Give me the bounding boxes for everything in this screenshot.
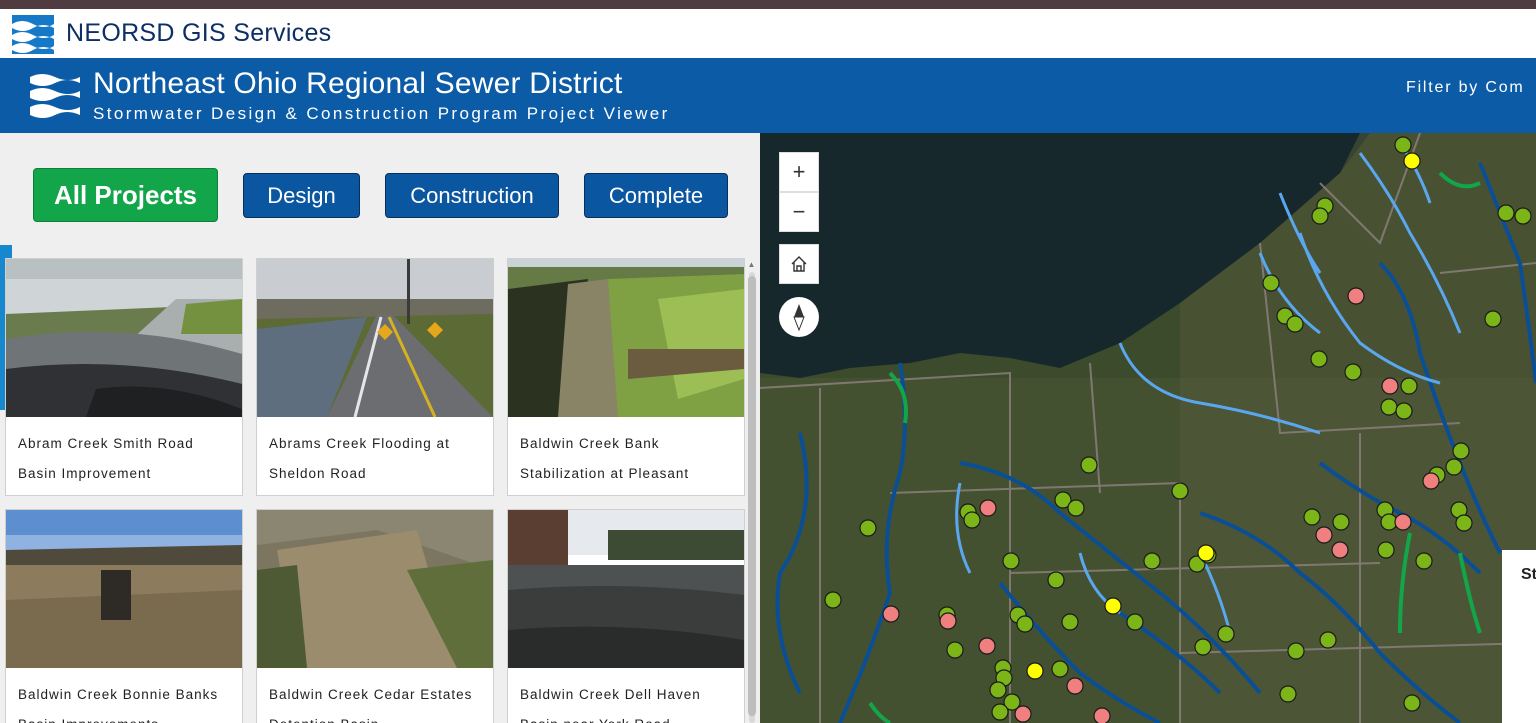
- home-button[interactable]: [779, 244, 819, 284]
- design-filter-button[interactable]: Design: [243, 173, 360, 218]
- project-list-panel: All Projects Design Construction Complet…: [0, 133, 760, 723]
- project-list-scrollbar[interactable]: ▲: [747, 260, 756, 723]
- project-photo: [257, 510, 493, 668]
- home-icon: [791, 256, 807, 272]
- complete-filter-button[interactable]: Complete: [584, 173, 728, 218]
- project-point-markers[interactable]: [760, 133, 1536, 723]
- scroll-thumb[interactable]: [748, 276, 756, 716]
- project-name: Abrams Creek Flooding at Sheldon Road: [269, 436, 450, 481]
- project-photo: [508, 259, 744, 417]
- construction-filter-button[interactable]: Construction: [385, 173, 559, 218]
- compass-button[interactable]: [779, 297, 819, 337]
- project-name: Baldwin Creek Cedar Estates Detention Ba…: [269, 687, 473, 723]
- project-photo: [257, 259, 493, 417]
- all-projects-button[interactable]: All Projects: [33, 168, 218, 222]
- zoom-out-button[interactable]: −: [779, 192, 819, 232]
- top-accent-strip: [0, 0, 1536, 9]
- compass-icon: [793, 304, 805, 332]
- project-card[interactable]: Abrams Creek Flooding at Sheldon Road: [256, 258, 494, 496]
- project-card[interactable]: Abram Creek Smith Road Basin Improvement: [5, 258, 243, 496]
- banner-title: Northeast Ohio Regional Sewer District: [93, 67, 623, 100]
- filter-by-community-link[interactable]: Filter by Com: [1406, 79, 1525, 97]
- district-waves-logo-icon: [30, 74, 80, 118]
- banner-subtitle: Stormwater Design & Construction Program…: [93, 104, 670, 123]
- project-name: Baldwin Creek Bonnie Banks Basin Improve…: [18, 687, 219, 723]
- app-title: NEORSD GIS Services: [66, 19, 332, 47]
- project-photo: [508, 510, 744, 668]
- legend-heading: St: [1521, 566, 1536, 583]
- project-name: Baldwin Creek Bank Stabilization at Plea…: [520, 436, 690, 481]
- project-card[interactable]: Baldwin Creek Bonnie Banks Basin Improve…: [5, 509, 243, 723]
- project-card[interactable]: Baldwin Creek Cedar Estates Detention Ba…: [256, 509, 494, 723]
- project-photo: [6, 510, 242, 668]
- scroll-up-arrow-icon[interactable]: ▲: [747, 260, 756, 269]
- project-map[interactable]: + − St: [760, 133, 1536, 723]
- gis-header: NEORSD GIS Services: [0, 9, 1536, 58]
- project-name: Baldwin Creek Dell Haven Basin near York…: [520, 687, 701, 723]
- zoom-in-button[interactable]: +: [779, 152, 819, 192]
- project-name: Abram Creek Smith Road Basin Improvement: [18, 436, 194, 481]
- project-card[interactable]: Baldwin Creek Dell Haven Basin near York…: [507, 509, 745, 723]
- project-photo: [6, 259, 242, 417]
- project-card[interactable]: Baldwin Creek Bank Stabilization at Plea…: [507, 258, 745, 496]
- app-banner: Northeast Ohio Regional Sewer District S…: [0, 58, 1536, 133]
- neorsd-waves-logo-icon[interactable]: [12, 15, 54, 54]
- status-legend-panel: St: [1502, 550, 1536, 723]
